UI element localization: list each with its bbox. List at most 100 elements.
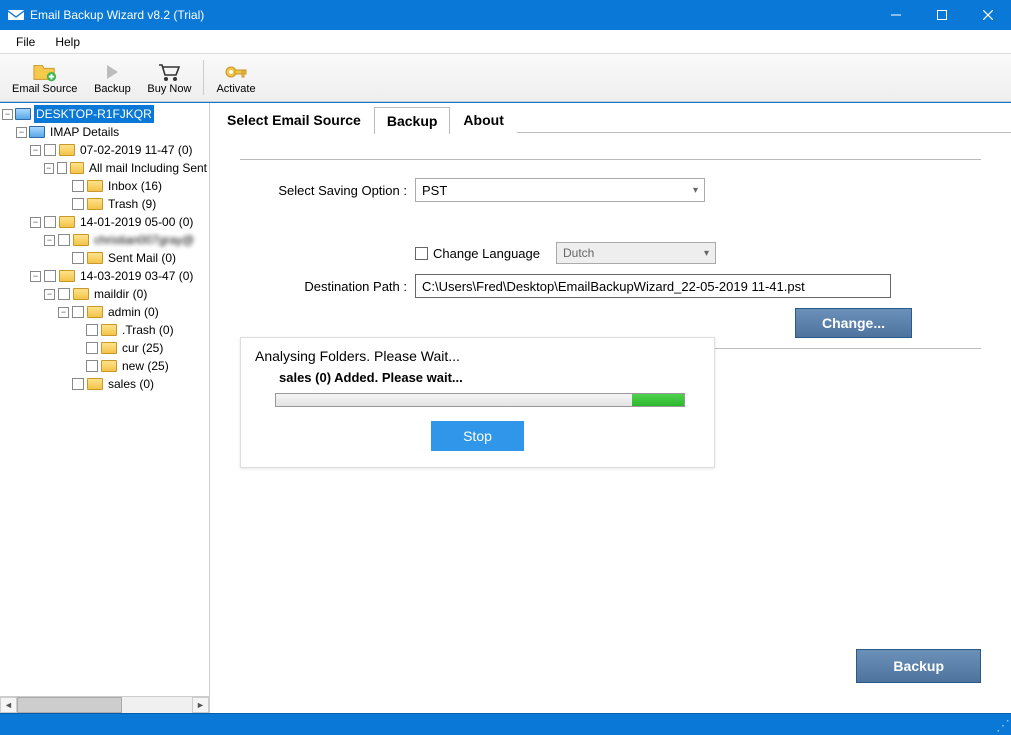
menu-file[interactable]: File: [6, 32, 45, 52]
close-button[interactable]: [965, 0, 1011, 30]
destination-label: Destination Path :: [240, 279, 415, 294]
maximize-button[interactable]: [919, 0, 965, 30]
tree-trash2[interactable]: .Trash (0): [72, 321, 209, 339]
tree-root[interactable]: − DESKTOP-R1FJKQR: [2, 105, 209, 123]
tree-maildir[interactable]: − maildir (0): [44, 285, 209, 303]
window-title: Email Backup Wizard v8.2 (Trial): [30, 8, 873, 22]
tree-inbox[interactable]: Inbox (16): [58, 177, 209, 195]
tab-backup[interactable]: Backup: [374, 107, 451, 134]
tree-sales[interactable]: sales (0): [58, 375, 209, 393]
checkbox[interactable]: [44, 270, 56, 282]
computer-icon: [15, 108, 31, 120]
tree-date-folder[interactable]: − 07-02-2019 11-47 (0): [30, 141, 209, 159]
scroll-right-icon[interactable]: ►: [192, 697, 209, 713]
checkbox[interactable]: [44, 144, 56, 156]
checkbox[interactable]: [72, 198, 84, 210]
tree-email-folder[interactable]: − christian007gray@: [44, 231, 209, 249]
folder-icon: [73, 234, 89, 246]
folder-icon: [59, 270, 75, 282]
key-icon: [224, 61, 248, 83]
window-controls: [873, 0, 1011, 30]
menubar: File Help: [0, 30, 1011, 54]
collapse-icon[interactable]: −: [44, 289, 55, 300]
tree-allmail[interactable]: − All mail Including Sent: [44, 159, 209, 177]
scroll-track[interactable]: [17, 697, 192, 713]
tool-buy-now[interactable]: Buy Now: [139, 56, 199, 99]
tool-backup[interactable]: Backup: [85, 56, 139, 99]
change-button[interactable]: Change...: [795, 308, 912, 338]
folder-icon: [59, 216, 75, 228]
toolbar: Email Source Backup Buy Now Activate: [0, 54, 1011, 102]
change-language-checkbox[interactable]: Change Language: [415, 246, 540, 261]
imap-icon: [29, 126, 45, 138]
tool-label: Buy Now: [147, 83, 191, 95]
resize-grip-icon[interactable]: ⋰: [996, 720, 1007, 730]
collapse-icon[interactable]: −: [30, 271, 41, 282]
folder-tree: − DESKTOP-R1FJKQR − IMAP Details − 07-02…: [0, 103, 209, 395]
chevron-down-icon: ▾: [704, 248, 709, 259]
checkbox[interactable]: [86, 342, 98, 354]
checkbox[interactable]: [72, 252, 84, 264]
tree-sentmail[interactable]: Sent Mail (0): [58, 249, 209, 267]
checkbox[interactable]: [57, 162, 67, 174]
titlebar: Email Backup Wizard v8.2 (Trial): [0, 0, 1011, 30]
collapse-icon[interactable]: −: [44, 235, 55, 246]
saving-option-row: Select Saving Option : PST ▾: [240, 178, 981, 202]
language-value: Dutch: [563, 246, 594, 260]
saving-option-select[interactable]: PST ▾: [415, 178, 705, 202]
change-language-label: Change Language: [433, 246, 540, 261]
sent-icon: [87, 252, 103, 264]
checkbox[interactable]: [72, 378, 84, 390]
tree-admin[interactable]: − admin (0): [58, 303, 209, 321]
stop-button[interactable]: Stop: [431, 421, 524, 451]
progress-panel: Analysing Folders. Please Wait... sales …: [240, 337, 715, 468]
tree-imap[interactable]: − IMAP Details: [16, 123, 209, 141]
progress-title: Analysing Folders. Please Wait...: [255, 348, 700, 364]
checkbox[interactable]: [72, 180, 84, 192]
tool-label: Backup: [94, 83, 131, 95]
tab-select-source[interactable]: Select Email Source: [214, 106, 374, 133]
destination-row: Destination Path :: [240, 274, 981, 298]
tree-date-folder[interactable]: − 14-01-2019 05-00 (0): [30, 213, 209, 231]
backup-button[interactable]: Backup: [856, 649, 981, 683]
tab-about[interactable]: About: [450, 106, 516, 133]
tree-date-folder[interactable]: − 14-03-2019 03-47 (0): [30, 267, 209, 285]
folder-icon: [87, 306, 103, 318]
tree-trash[interactable]: Trash (9): [58, 195, 209, 213]
minimize-button[interactable]: [873, 0, 919, 30]
language-select[interactable]: Dutch ▾: [556, 242, 716, 264]
collapse-icon[interactable]: −: [58, 307, 69, 318]
tree-new[interactable]: new (25): [72, 357, 209, 375]
collapse-icon[interactable]: −: [30, 145, 41, 156]
language-row: Change Language Dutch ▾: [240, 242, 981, 264]
collapse-icon[interactable]: −: [2, 109, 13, 120]
tool-activate[interactable]: Activate: [208, 56, 263, 99]
bottom-actions: Backup: [856, 649, 981, 683]
checkbox[interactable]: [44, 216, 56, 228]
backup-tab-body: Select Saving Option : PST ▾ Change Lang…: [210, 133, 1011, 713]
checkbox[interactable]: [58, 288, 70, 300]
checkbox[interactable]: [86, 324, 98, 336]
collapse-icon[interactable]: −: [44, 163, 54, 174]
checkbox[interactable]: [72, 306, 84, 318]
horizontal-scrollbar[interactable]: ◄ ►: [0, 696, 209, 713]
play-icon: [100, 61, 124, 83]
cart-icon: [157, 61, 181, 83]
checkbox[interactable]: [86, 360, 98, 372]
progress-bar: [275, 393, 685, 407]
scroll-left-icon[interactable]: ◄: [0, 697, 17, 713]
menu-help[interactable]: Help: [45, 32, 90, 52]
collapse-icon[interactable]: −: [30, 217, 41, 228]
checkbox[interactable]: [58, 234, 70, 246]
destination-input[interactable]: [415, 274, 891, 298]
saving-option-value: PST: [422, 183, 447, 198]
folder-icon: [70, 162, 84, 174]
tool-email-source[interactable]: Email Source: [4, 56, 85, 99]
main-area: − DESKTOP-R1FJKQR − IMAP Details − 07-02…: [0, 102, 1011, 713]
inbox-icon: [87, 180, 103, 192]
scroll-thumb[interactable]: [17, 697, 122, 713]
tree-cur[interactable]: cur (25): [72, 339, 209, 357]
collapse-icon[interactable]: −: [16, 127, 27, 138]
toolbar-separator: [203, 60, 204, 95]
checkbox-icon[interactable]: [415, 247, 428, 260]
